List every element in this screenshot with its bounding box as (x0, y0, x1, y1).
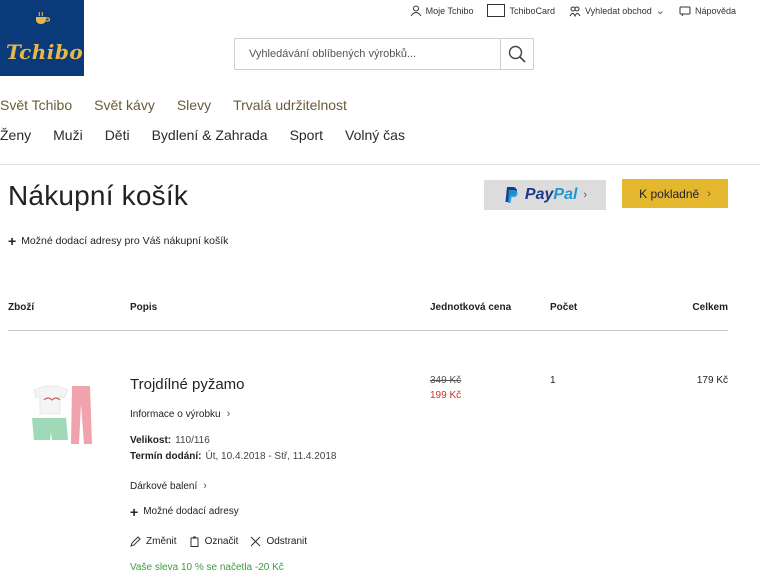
product-title[interactable]: Trojdílné pyžamo (130, 376, 245, 393)
tchibocard-link[interactable]: TchiboCard (487, 4, 555, 17)
plus-icon: + (130, 503, 139, 520)
paypal-logo-icon (505, 187, 518, 203)
nav-slevy[interactable]: Slevy (177, 97, 211, 113)
close-icon (251, 536, 261, 547)
help-chat-icon (679, 6, 691, 16)
checkout-button[interactable]: K pokladně › (622, 179, 728, 208)
size-label: Velikost: (130, 435, 172, 446)
size-value: 110/116 (175, 435, 210, 446)
chevron-right-icon: › (583, 189, 588, 201)
search-button[interactable] (500, 39, 533, 69)
chevron-right-icon: › (203, 480, 207, 492)
my-tchibo-label: Moje Tchibo (425, 5, 474, 16)
gift-wrap-label: Dárkové balení (130, 480, 198, 492)
tchibo-logo[interactable]: Tchibo (0, 0, 84, 76)
sale-price: 199 Kč (430, 390, 462, 401)
help-label: Nápověda (694, 5, 736, 16)
help-link[interactable]: Nápověda (679, 4, 736, 17)
product-image[interactable] (26, 380, 98, 452)
search-input[interactable] (235, 39, 501, 69)
nav-bydleni-zahrada[interactable]: Bydlení & Zahrada (152, 127, 268, 143)
nav-volny-cas[interactable]: Volný čas (345, 127, 405, 143)
coffee-cup-logo-icon (36, 11, 50, 24)
table-header-divider (8, 330, 728, 331)
mark-button[interactable]: Označit (189, 536, 239, 547)
cart-delivery-addresses-link[interactable]: + Možné dodací adresy pro Váš nákupní ko… (8, 233, 229, 249)
quantity-value[interactable]: 1 (550, 375, 556, 386)
pencil-icon (130, 536, 141, 547)
col-header-quantity: Počet (550, 302, 578, 313)
remove-label: Odstranit (266, 536, 308, 547)
paypal-label-pal: Pal (553, 186, 578, 203)
item-delivery-addresses-label: Možné dodací adresy (143, 506, 239, 517)
user-icon (410, 5, 422, 16)
nav-sport[interactable]: Sport (290, 127, 323, 143)
col-header-item: Zboží (8, 302, 35, 313)
size-row: Velikost: 110/116 (130, 435, 210, 446)
category-nav: Ženy Muži Děti Bydlení & Zahrada Sport V… (0, 127, 427, 143)
paypal-label-pay: Pay (524, 186, 554, 203)
cart-delivery-addresses-label: Možné dodací adresy pro Váš nákupní koší… (21, 235, 229, 247)
remove-button[interactable]: Odstranit (250, 536, 307, 547)
plus-icon: + (8, 233, 17, 249)
delivery-date-value: Út, 10.4.2018 - Stř, 11.4.2018 (205, 451, 337, 462)
delivery-date-row: Termín dodání: Út, 10.4.2018 - Stř, 11.4.… (130, 451, 337, 462)
change-button[interactable]: Změnit (130, 536, 177, 547)
checkout-label: K pokladně (639, 186, 700, 201)
change-label: Změnit (146, 536, 177, 547)
product-info-link[interactable]: Informace o výrobku › (130, 408, 230, 420)
chevron-right-icon: › (707, 187, 711, 200)
store-locator-label: Vyhledat obchod (585, 5, 652, 16)
store-locator-link[interactable]: Vyhledat obchod ⌄ (569, 4, 665, 17)
nav-zeny[interactable]: Ženy (0, 127, 31, 143)
discount-note: Vaše sleva 10 % se načetla -20 Kč (130, 562, 284, 573)
logo-text: Tchibo (6, 40, 84, 64)
nav-udrzitelnost[interactable]: Trvalá udržitelnost (233, 97, 347, 113)
search-box (234, 38, 534, 70)
col-header-unit-price: Jednotková cena (430, 302, 512, 313)
page-title: Nákupní košík (8, 180, 189, 211)
nav-deti[interactable]: Děti (105, 127, 130, 143)
paypal-button[interactable]: PayPal › (484, 180, 606, 210)
gift-wrap-link[interactable]: Dárkové balení › (130, 480, 207, 492)
mark-label: Označit (204, 536, 239, 547)
store-locator-icon (569, 6, 581, 17)
primary-nav: Svět Tchibo Svět kávy Slevy Trvalá udrži… (0, 97, 369, 113)
chevron-right-icon: › (226, 408, 231, 420)
item-delivery-addresses-link[interactable]: + Možné dodací adresy (130, 503, 239, 520)
chevron-down-icon: ⌄ (655, 5, 665, 17)
utility-bar: Moje Tchibo TchiboCard Vyhledat obchod ⌄… (410, 4, 736, 17)
clipboard-icon (190, 536, 199, 547)
product-info-label: Informace o výrobku (130, 408, 221, 420)
my-tchibo-link[interactable]: Moje Tchibo (410, 4, 474, 17)
item-actions: Změnit Označit Odstranit (130, 536, 307, 547)
line-total: 179 Kč (696, 375, 728, 386)
header-divider (0, 164, 760, 165)
original-price: 349 Kč (430, 375, 462, 386)
tchibocard-label: TchiboCard (509, 5, 556, 16)
card-icon (487, 4, 506, 17)
col-header-total: Celkem (692, 302, 728, 313)
nav-muzi[interactable]: Muži (53, 127, 83, 143)
search-icon (508, 45, 526, 63)
delivery-date-label: Termín dodání: (130, 451, 202, 462)
nav-svet-kavy[interactable]: Svět kávy (94, 97, 155, 113)
col-header-description: Popis (130, 302, 158, 313)
nav-svet-tchibo[interactable]: Svět Tchibo (0, 97, 72, 113)
